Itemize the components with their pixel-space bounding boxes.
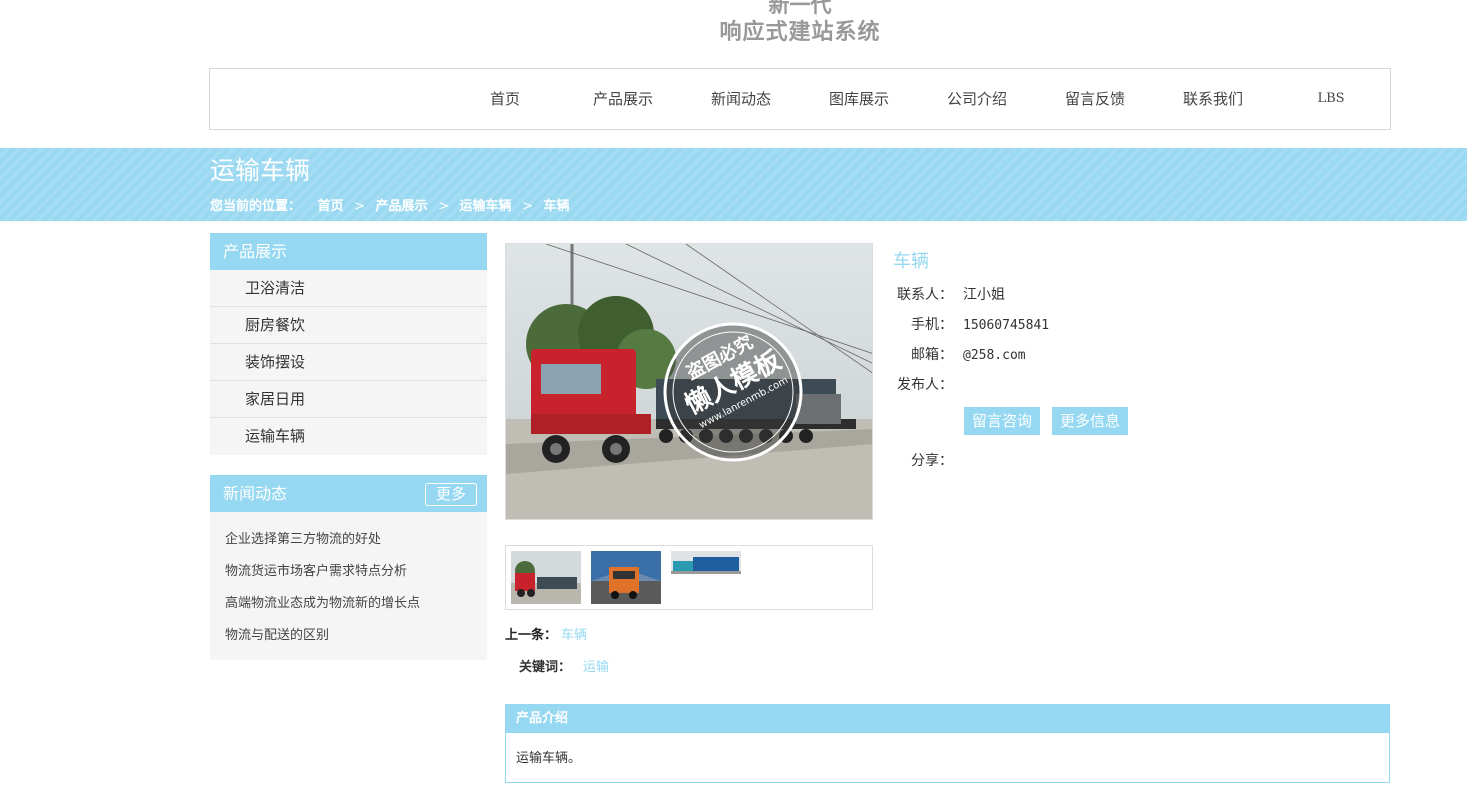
breadcrumb-products[interactable]: 产品展示 (376, 195, 428, 214)
contact-label: 联系人： (897, 287, 953, 303)
share-label: 分享： (911, 453, 953, 469)
nav-item-home[interactable]: 首页 (450, 69, 560, 129)
nav-item-gallery[interactable]: 图库展示 (804, 69, 914, 129)
news-item[interactable]: 物流货运市场客户需求特点分析 (210, 556, 487, 588)
breadcrumb-sep-icon: > (354, 199, 365, 214)
nav-item-news[interactable]: 新闻动态 (686, 69, 796, 129)
breadcrumb-sep-icon: > (522, 199, 533, 214)
news-panel-header: 新闻动态 更多 (210, 475, 487, 512)
thumbnail-3[interactable] (671, 551, 741, 574)
news-list: 企业选择第三方物流的好处 物流货运市场客户需求特点分析 高端物流业态成为物流新的… (210, 512, 487, 652)
contact-row: 联系人： 江小姐 (893, 284, 1005, 304)
consult-button[interactable]: 留言咨询 (964, 407, 1040, 435)
page-banner: 运输车辆 您当前的位置： 首页 > 产品展示 > 运输车辆 > 车辆 (0, 148, 1467, 221)
news-item[interactable]: 物流与配送的区别 (210, 620, 487, 652)
sidebar-item-home[interactable]: 家居日用 (210, 381, 487, 418)
thumbnail-photo-1 (511, 551, 581, 604)
logo-line2: 响应式建站系统 (719, 20, 881, 45)
prev-label: 上一条： (505, 628, 558, 643)
category-panel-title: 产品展示 (210, 233, 487, 270)
news-item[interactable]: 高端物流业态成为物流新的增长点 (210, 588, 487, 620)
publisher-label: 发布人： (897, 377, 953, 393)
breadcrumb: 您当前的位置： 首页 > 产品展示 > 运输车辆 > 车辆 (210, 195, 570, 214)
thumbnail-strip (505, 545, 873, 610)
breadcrumb-home[interactable]: 首页 (318, 195, 344, 214)
sidebar-item-decor[interactable]: 装饰摆设 (210, 344, 487, 381)
thumbnail-photo-3 (671, 551, 741, 574)
thumbnail-2[interactable] (591, 551, 661, 604)
page-title: 运输车辆 (210, 156, 311, 185)
more-info-button[interactable]: 更多信息 (1052, 407, 1128, 435)
breadcrumb-label: 您当前的位置： (210, 199, 302, 214)
nav-item-contact[interactable]: 联系我们 (1158, 69, 1268, 129)
publisher-row: 发布人： (893, 374, 963, 394)
breadcrumb-current[interactable]: 车辆 (544, 195, 570, 214)
prev-link[interactable]: 车辆 (561, 628, 587, 643)
thumbnail-photo-2 (591, 551, 661, 604)
phone-label: 手机： (911, 317, 953, 333)
prev-item: 上一条： 车辆 (505, 624, 587, 643)
email-value: @258.com (963, 348, 1026, 363)
breadcrumb-sep-icon: > (438, 199, 449, 214)
description-title: 产品介绍 (506, 705, 1389, 733)
news-more-button[interactable]: 更多 (425, 483, 477, 506)
site-logo[interactable]: 新一代 响应式建站系统 (709, 0, 891, 48)
logo-line1: 新一代 (768, 0, 832, 17)
nav-item-about[interactable]: 公司介绍 (922, 69, 1032, 129)
description-text: 运输车辆。 (516, 751, 582, 766)
phone-row: 手机： 15060745841 (893, 314, 1049, 334)
sidebar-item-bath[interactable]: 卫浴清洁 (210, 270, 487, 307)
sidebar-item-vehicles[interactable]: 运输车辆 (210, 418, 487, 455)
phone-value: 15060745841 (963, 318, 1050, 333)
contact-value: 江小姐 (963, 287, 1005, 303)
sidebar-item-kitchen[interactable]: 厨房餐饮 (210, 307, 487, 344)
news-panel-title: 新闻动态 (223, 484, 288, 503)
nav-item-lbs[interactable]: LBS (1276, 69, 1386, 129)
news-panel: 新闻动态 更多 企业选择第三方物流的好处 物流货运市场客户需求特点分析 高端物流… (210, 475, 487, 660)
keyword-link[interactable]: 运输 (583, 660, 609, 675)
email-row: 邮箱： @258.com (893, 344, 1026, 364)
email-label: 邮箱： (911, 347, 953, 363)
keywords-row: 关键词： 运输 (519, 656, 609, 675)
share-row: 分享： (893, 450, 953, 470)
breadcrumb-category[interactable]: 运输车辆 (460, 195, 512, 214)
news-item[interactable]: 企业选择第三方物流的好处 (210, 524, 487, 556)
product-title: 车辆 (893, 251, 929, 272)
product-description: 产品介绍 运输车辆。 (505, 704, 1390, 783)
nav-item-feedback[interactable]: 留言反馈 (1040, 69, 1150, 129)
thumbnail-1[interactable] (511, 551, 581, 604)
category-panel: 产品展示 卫浴清洁 厨房餐饮 装饰摆设 家居日用 运输车辆 (210, 233, 487, 455)
nav-item-products[interactable]: 产品展示 (568, 69, 678, 129)
product-main-image[interactable]: 盗图必究 懒人模板 www.lanrenmb.com (505, 243, 873, 520)
keywords-label: 关键词： (519, 660, 572, 675)
main-nav: 首页 产品展示 新闻动态 图库展示 公司介绍 留言反馈 联系我们 LBS (209, 68, 1391, 130)
